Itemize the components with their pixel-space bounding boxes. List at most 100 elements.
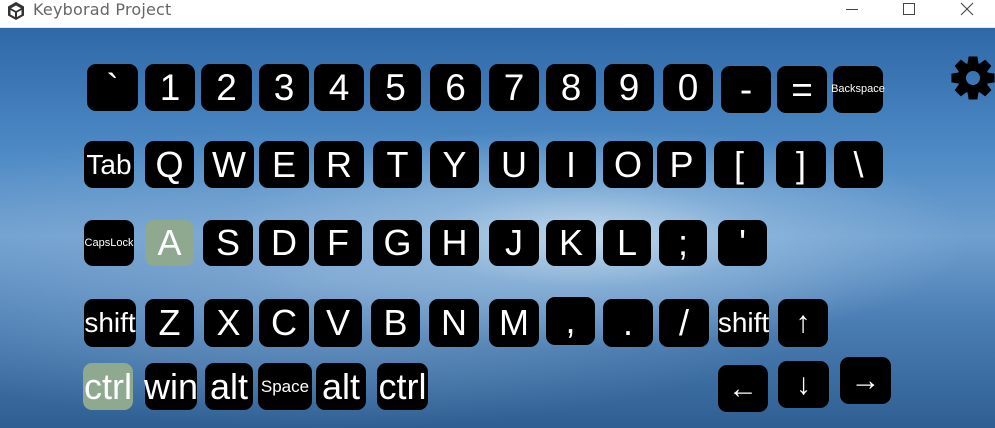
key-period[interactable]: . — [603, 299, 653, 347]
key-label: shift — [717, 307, 770, 338]
key-backtick[interactable]: ` — [87, 64, 138, 111]
gear-icon[interactable] — [950, 55, 995, 101]
key-right-arrow[interactable]: → — [840, 357, 891, 404]
key-backslash[interactable]: \ — [834, 141, 883, 188]
key-slash[interactable]: / — [659, 299, 709, 347]
key-label: / — [678, 302, 689, 343]
key-u[interactable]: U — [489, 141, 539, 188]
key-ctrl[interactable]: ctrl — [377, 363, 428, 410]
key-label: - — [739, 69, 753, 110]
key-label: 7 — [503, 67, 525, 108]
key-m[interactable]: M — [489, 299, 539, 347]
key-label: = — [791, 69, 813, 110]
key-label: alt — [209, 365, 249, 407]
key-f[interactable]: F — [314, 220, 362, 266]
key-label: 5 — [385, 67, 406, 108]
key-label: F — [327, 222, 349, 263]
key-left-arrow[interactable]: ← — [718, 365, 768, 412]
key-5[interactable]: 5 — [370, 64, 421, 111]
key-label: ↓ — [796, 367, 811, 401]
key-quote[interactable]: ' — [718, 220, 767, 266]
minimize-button[interactable] — [829, 0, 875, 20]
key-backspace[interactable]: Backspace — [831, 66, 885, 113]
key-equals[interactable]: = — [777, 66, 827, 113]
key-1[interactable]: 1 — [145, 64, 195, 111]
key-w[interactable]: W — [204, 141, 254, 188]
unity-icon — [8, 2, 24, 20]
key-t[interactable]: T — [373, 141, 422, 188]
key-j[interactable]: J — [489, 220, 539, 266]
keyboard-canvas: ` 1 2 3 4 5 6 7 8 9 0- = Backspace Tab Q W E R T Y U I O P [] \ Ca… — [0, 28, 995, 428]
key-up-arrow[interactable]: ↑ — [778, 299, 828, 347]
key-3[interactable]: 3 — [259, 64, 309, 111]
key-label: B — [383, 302, 408, 343]
key-tab[interactable]: Tab — [84, 141, 134, 188]
key-left-bracket[interactable]: [ — [714, 141, 764, 188]
key-9[interactable]: 9 — [604, 64, 654, 111]
key-label: K — [558, 222, 583, 263]
key-label: R — [326, 143, 352, 185]
key-label: 3 — [273, 67, 295, 108]
key-label: \ — [853, 143, 864, 185]
key-label: H — [441, 222, 468, 263]
key-label: win — [143, 365, 199, 407]
key-label: shift — [84, 307, 136, 338]
key-alt[interactable]: alt — [316, 363, 366, 410]
key-8[interactable]: 8 — [546, 64, 596, 111]
key-win[interactable]: win — [143, 363, 199, 410]
key-label: 2 — [216, 67, 237, 108]
key-label: 0 — [677, 67, 699, 108]
key-b[interactable]: B — [371, 299, 420, 347]
key-0[interactable]: 0 — [663, 64, 713, 111]
key-right-bracket[interactable]: ] — [776, 141, 826, 188]
key-comma[interactable]: , — [546, 297, 595, 345]
key-4[interactable]: 4 — [314, 64, 364, 111]
key-l[interactable]: L — [603, 220, 651, 266]
key-capslock[interactable]: CapsLock — [84, 220, 134, 266]
key-shift[interactable]: shift — [718, 299, 769, 347]
key-alt[interactable]: alt — [205, 363, 253, 410]
key-label: U — [501, 143, 527, 185]
key-6[interactable]: 6 — [430, 64, 481, 111]
key-label: Tab — [86, 148, 132, 180]
key-label: . — [622, 302, 633, 343]
key-label: Backspace — [831, 83, 885, 95]
key-label: 6 — [445, 67, 466, 108]
key-label: O — [613, 143, 642, 185]
key-label: ← — [728, 371, 758, 405]
key-g[interactable]: G — [373, 220, 422, 266]
key-i[interactable]: I — [546, 141, 596, 188]
close-button[interactable] — [944, 0, 990, 20]
key-k[interactable]: K — [546, 220, 596, 266]
key-label: 9 — [618, 67, 640, 108]
key-down-arrow[interactable]: ↓ — [778, 361, 829, 408]
key-label: ctrl — [84, 365, 132, 407]
maximize-button[interactable] — [886, 0, 932, 20]
key-h[interactable]: H — [430, 220, 479, 266]
key-2[interactable]: 2 — [201, 64, 252, 111]
key-p[interactable]: P — [657, 141, 706, 188]
key-label: alt — [321, 365, 361, 407]
close-icon — [960, 2, 974, 16]
key-ctrl[interactable]: ctrl — [83, 363, 133, 410]
key-a[interactable]: A — [145, 220, 194, 266]
minimize-icon — [846, 9, 858, 10]
key-v[interactable]: V — [314, 299, 362, 347]
key-label: [ — [733, 143, 744, 185]
key-x[interactable]: X — [204, 299, 253, 347]
key-7[interactable]: 7 — [489, 64, 539, 111]
key-r[interactable]: R — [314, 141, 364, 188]
key-y[interactable]: Y — [430, 141, 479, 188]
key-minus[interactable]: - — [721, 66, 771, 113]
key-s[interactable]: S — [203, 220, 253, 266]
key-space[interactable]: Space — [258, 363, 312, 410]
key-n[interactable]: N — [429, 299, 479, 347]
key-semicolon[interactable]: ; — [659, 220, 707, 266]
key-q[interactable]: Q — [145, 141, 194, 188]
key-o[interactable]: O — [603, 141, 653, 188]
key-d[interactable]: D — [259, 220, 309, 266]
key-shift[interactable]: shift — [84, 299, 136, 347]
key-c[interactable]: C — [259, 299, 309, 347]
key-z[interactable]: Z — [145, 299, 194, 347]
key-e[interactable]: E — [259, 141, 309, 188]
